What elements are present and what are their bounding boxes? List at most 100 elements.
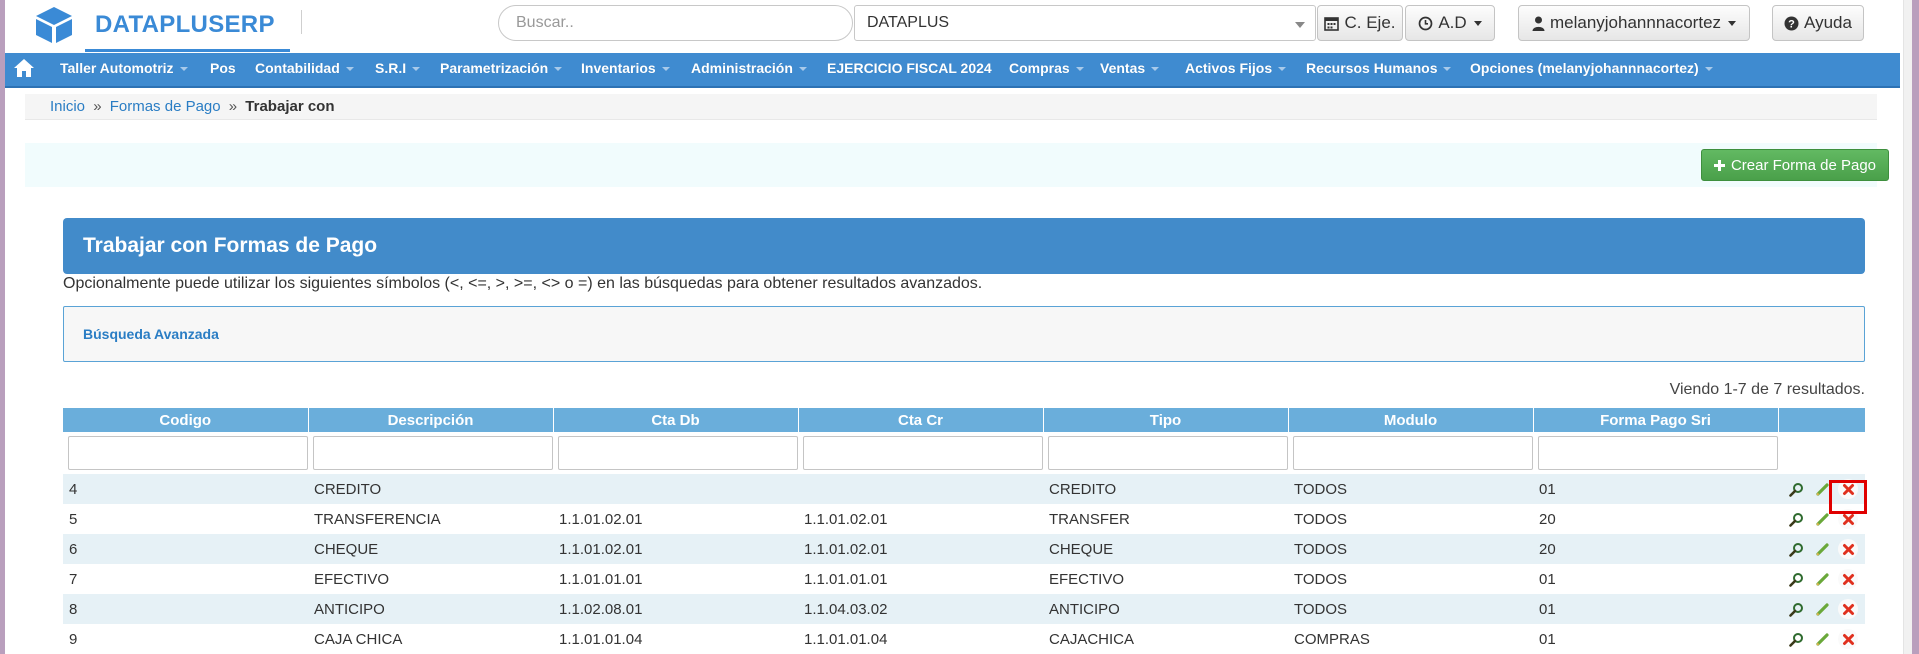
magnifier-icon[interactable] bbox=[1786, 479, 1806, 499]
table-header-row: Codigo Descripción Cta Db Cta Cr Tipo Modulo F… bbox=[63, 408, 1865, 432]
row-actions bbox=[1784, 599, 1865, 619]
column-filter-input[interactable] bbox=[313, 436, 553, 470]
nav-item[interactable]: Taller Automotriz bbox=[60, 53, 188, 86]
help-button[interactable]: ? Ayuda bbox=[1772, 5, 1864, 41]
column-filter-input[interactable] bbox=[558, 436, 798, 470]
table-row[interactable]: 6 CHEQUE 1.1.01.02.01 1.1.01.02.01 CHEQUE TOD… bbox=[63, 534, 1865, 564]
column-header[interactable]: Tipo bbox=[1043, 408, 1289, 432]
magnifier-icon[interactable] bbox=[1786, 539, 1806, 559]
brand-logo[interactable]: DATAPLUSERP bbox=[32, 6, 275, 44]
filter-cell-empty bbox=[1778, 432, 1865, 474]
company-select-value: DATAPLUS bbox=[867, 14, 950, 31]
table-cell: CHEQUE bbox=[1043, 534, 1288, 564]
pencil-icon[interactable] bbox=[1812, 569, 1832, 589]
nav-item[interactable]: Opciones (melanyjohannnacortez) bbox=[1470, 53, 1713, 86]
cross-icon[interactable] bbox=[1838, 569, 1858, 589]
magnifier-icon[interactable] bbox=[1786, 599, 1806, 619]
column-filter-input[interactable] bbox=[1293, 436, 1533, 470]
table-cell: ANTICIPO bbox=[308, 594, 553, 624]
column-header[interactable]: Forma Pago Sri bbox=[1533, 408, 1779, 432]
column-header[interactable]: Codigo bbox=[63, 408, 309, 432]
nav-item[interactable]: S.R.I bbox=[375, 53, 421, 86]
table-row[interactable]: 7 EFECTIVO 1.1.01.01.01 1.1.01.01.01 EFECTIV… bbox=[63, 564, 1865, 594]
nav-item[interactable]: Recursos Humanos bbox=[1306, 53, 1452, 86]
nav-item-label: Pos bbox=[210, 60, 236, 76]
filter-cell bbox=[63, 432, 308, 474]
breadcrumb-current: Trabajar con bbox=[245, 98, 335, 115]
column-filter-input[interactable] bbox=[68, 436, 308, 470]
table-row[interactable]: 4 CREDITO CREDITO TODOS 01 bbox=[63, 474, 1865, 504]
table-row[interactable]: 9 CAJA CHICA 1.1.01.01.04 1.1.01.01.04 CAJAC… bbox=[63, 624, 1865, 654]
nav-item-label: Ventas bbox=[1100, 60, 1146, 76]
table-cell: CREDITO bbox=[308, 474, 553, 504]
help-label: Ayuda bbox=[1804, 13, 1852, 32]
breadcrumb-section-link[interactable]: Formas de Pago bbox=[110, 98, 221, 115]
table-row[interactable]: 5 TRANSFERENCIA 1.1.01.02.01 1.1.01.02.01 TR… bbox=[63, 504, 1865, 534]
nav-item[interactable]: Contabilidad bbox=[255, 53, 354, 86]
magnifier-icon[interactable] bbox=[1786, 629, 1806, 649]
table-cell: 1.1.01.02.01 bbox=[553, 504, 798, 534]
window-frame-left bbox=[0, 0, 5, 654]
table-cell: TODOS bbox=[1288, 534, 1533, 564]
fiscal-year-button[interactable]: C. Eje. bbox=[1317, 5, 1403, 41]
breadcrumb-separator: » bbox=[93, 98, 102, 115]
table-cell: 01 bbox=[1533, 594, 1778, 624]
row-actions-cell bbox=[1778, 564, 1865, 594]
column-header[interactable]: Descripción bbox=[308, 408, 554, 432]
home-icon[interactable] bbox=[12, 56, 36, 80]
nav-item[interactable]: Activos Fijos bbox=[1185, 53, 1287, 86]
nav-item[interactable]: Administración bbox=[691, 53, 807, 86]
row-actions-cell bbox=[1778, 594, 1865, 624]
user-icon bbox=[1532, 16, 1545, 31]
nav-item[interactable]: Pos bbox=[210, 53, 236, 86]
breadcrumb-home-link[interactable]: Inicio bbox=[50, 98, 85, 115]
table-body: 4 CREDITO CREDITO TODOS 01 5 TRANSFERENCIA 1.1.… bbox=[63, 474, 1865, 654]
table-cell: TODOS bbox=[1288, 594, 1533, 624]
vertical-scrollbar[interactable] bbox=[1903, 0, 1912, 654]
row-actions bbox=[1784, 629, 1865, 649]
user-menu-button[interactable]: melanyjohannnacortez bbox=[1518, 5, 1750, 41]
table-cell: 01 bbox=[1533, 474, 1778, 504]
pencil-icon[interactable] bbox=[1812, 539, 1832, 559]
table-cell: TODOS bbox=[1288, 474, 1533, 504]
magnifier-icon[interactable] bbox=[1786, 509, 1806, 529]
column-header[interactable]: Cta Cr bbox=[798, 408, 1044, 432]
column-filter-input[interactable] bbox=[803, 436, 1043, 470]
nav-item[interactable]: Parametrización bbox=[440, 53, 563, 86]
table-cell: 20 bbox=[1533, 504, 1778, 534]
create-payment-method-button[interactable]: Crear Forma de Pago bbox=[1701, 149, 1889, 181]
cross-icon[interactable] bbox=[1838, 629, 1858, 649]
nav-item-label: Recursos Humanos bbox=[1306, 60, 1438, 76]
search-input[interactable] bbox=[498, 5, 853, 41]
company-select[interactable]: DATAPLUS bbox=[854, 5, 1316, 41]
pencil-icon[interactable] bbox=[1812, 629, 1832, 649]
ad-dropdown-button[interactable]: A.D bbox=[1405, 5, 1495, 41]
pencil-icon[interactable] bbox=[1812, 599, 1832, 619]
brand-divider bbox=[301, 10, 302, 34]
advanced-search-label[interactable]: Búsqueda Avanzada bbox=[83, 326, 219, 342]
advanced-search-toggle[interactable]: Búsqueda Avanzada bbox=[63, 306, 1865, 362]
cross-icon[interactable] bbox=[1838, 599, 1858, 619]
filter-cell bbox=[308, 432, 553, 474]
column-filter-input[interactable] bbox=[1538, 436, 1778, 470]
column-header[interactable]: Modulo bbox=[1288, 408, 1534, 432]
nav-item[interactable]: Inventarios bbox=[581, 53, 670, 86]
column-header[interactable]: Cta Db bbox=[553, 408, 799, 432]
cross-icon[interactable] bbox=[1838, 539, 1858, 559]
nav-item[interactable]: Ventas bbox=[1100, 53, 1160, 86]
plus-icon bbox=[1713, 159, 1725, 171]
caret-down-icon bbox=[179, 67, 188, 72]
table-row[interactable]: 8 ANTICIPO 1.1.02.08.01 1.1.04.03.02 ANTICIP… bbox=[63, 594, 1865, 624]
table-cell: 1.1.01.01.01 bbox=[553, 564, 798, 594]
nav-item[interactable]: EJERCICIO FISCAL 2024 bbox=[827, 53, 992, 86]
column-filter-input[interactable] bbox=[1048, 436, 1288, 470]
filter-cell bbox=[1533, 432, 1778, 474]
caret-down-icon bbox=[1704, 67, 1713, 72]
row-actions-cell bbox=[1778, 534, 1865, 564]
filter-cell bbox=[1043, 432, 1288, 474]
table-cell: 5 bbox=[63, 504, 308, 534]
nav-item[interactable]: Compras bbox=[1009, 53, 1084, 86]
table-cell: TRANSFER bbox=[1043, 504, 1288, 534]
nav-item-label: Activos Fijos bbox=[1185, 60, 1273, 76]
magnifier-icon[interactable] bbox=[1786, 569, 1806, 589]
